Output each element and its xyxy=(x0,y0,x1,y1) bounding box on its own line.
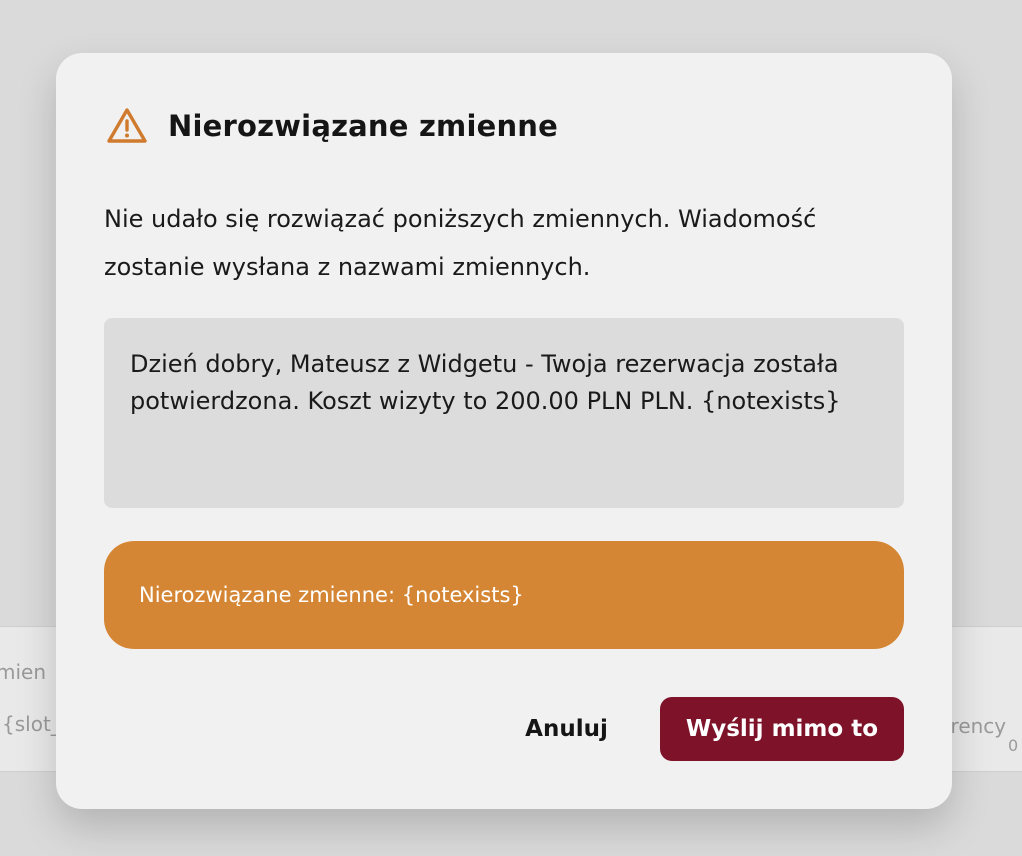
alert-text: Nierozwiązane zmienne: {notexists} xyxy=(139,583,524,607)
unresolved-variables-dialog: Nierozwiązane zmienne Nie udało się rozw… xyxy=(56,53,952,809)
cancel-button[interactable]: Anuluj xyxy=(513,706,620,752)
message-preview: Dzień dobry, Mateusz z Widgetu - Twoja r… xyxy=(104,318,904,508)
dialog-title: Nierozwiązane zmienne xyxy=(168,109,559,143)
background-label-left: mien xyxy=(0,660,47,684)
warning-triangle-icon xyxy=(107,108,147,143)
send-anyway-button[interactable]: Wyślij mimo to xyxy=(659,697,904,761)
background-chip-left: {slot_ xyxy=(2,712,61,736)
dialog-description: Nie udało się rozwiązać poniższych zmien… xyxy=(104,205,817,281)
dialog-header: Nierozwiązane zmienne xyxy=(106,107,558,145)
dialog-footer: Anuluj Wyślij mimo to xyxy=(513,697,904,761)
unresolved-variables-alert: Nierozwiązane zmienne: {notexists} xyxy=(104,541,904,649)
background-value-right: 0 xyxy=(1008,736,1019,755)
